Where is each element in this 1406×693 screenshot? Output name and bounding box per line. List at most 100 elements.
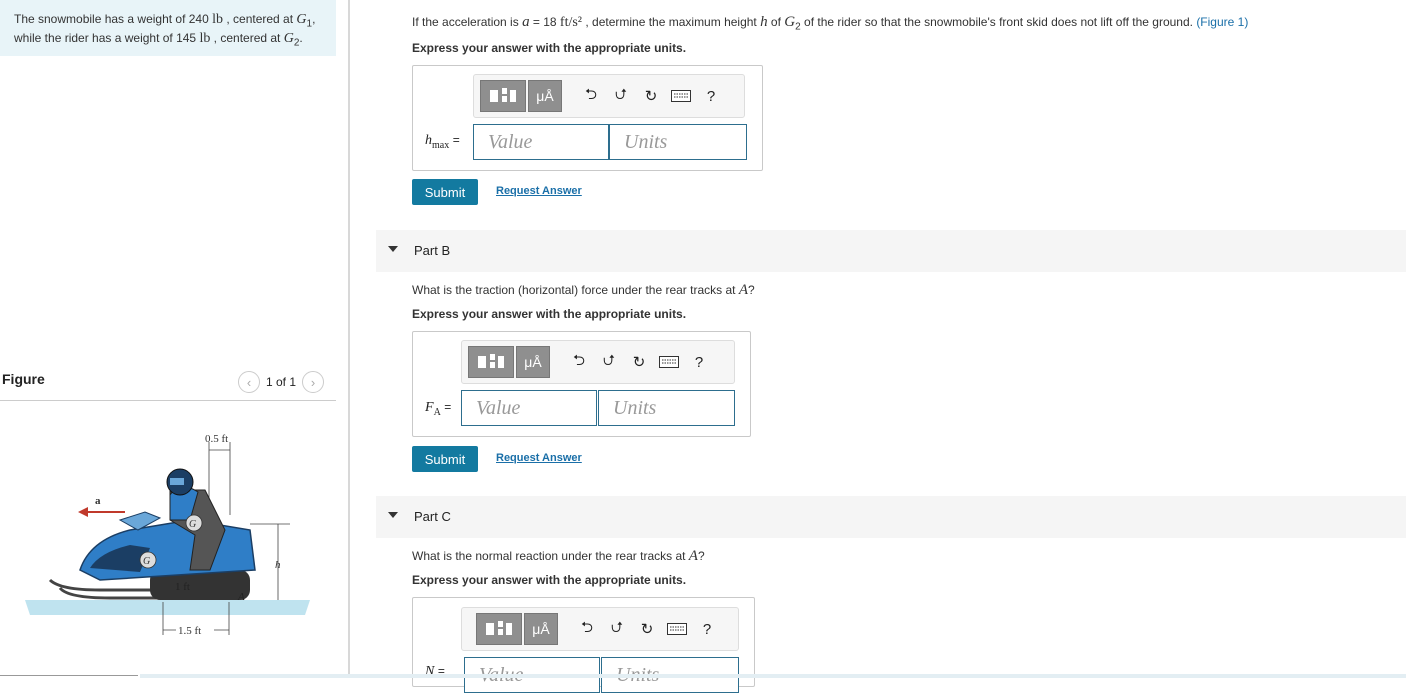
keyboard-icon[interactable] [662,614,692,644]
templates-icon [478,354,504,368]
units-input[interactable]: Units [609,124,747,160]
question-text: ? [697,549,705,563]
var-subscript: max [432,139,450,151]
part-b-request-answer[interactable]: Request Answer [496,452,582,464]
undo-icon[interactable]: ⮌ [572,614,602,644]
problem-text: , [312,12,316,26]
part-a-submit-button[interactable]: Submit [412,179,478,205]
hmax-label: hmax = [425,133,460,151]
question-text: = 18 [529,15,560,29]
var-subscript: A [433,406,441,418]
figure-link[interactable]: (Figure 1) [1196,15,1248,29]
problem-text: , centered at [223,12,297,26]
help-icon[interactable]: ? [684,347,714,377]
helmet-visor [170,478,184,485]
undo-icon[interactable]: ⮌ [576,81,606,111]
help-icon[interactable]: ? [696,81,726,111]
prev-figure-button[interactable]: ‹ [238,371,260,393]
question-text: What is the normal reaction under the re… [412,549,689,563]
part-b-answer-box: μÅ ⮌ ⮍ ↻ ? FA = Value Units [412,331,751,437]
problem-text: . [299,31,303,46]
h-label: h [275,559,281,571]
left-panel: The snowmobile has a weight of 240 lb , … [0,0,348,678]
fa-label: FA = [425,400,451,418]
question-text: If the acceleration is [412,15,523,29]
dim-1ft-label: 1 ft [175,581,190,593]
scroll-track-left [0,675,138,676]
ground-shape [25,600,310,615]
symbol-A: A [738,282,748,298]
next-figure-button[interactable]: › [302,371,325,393]
part-c-title: Part C [414,509,451,524]
unit-text: ft/s² [559,15,583,30]
figure-heading: Figure [2,371,45,387]
problem-statement: The snowmobile has a weight of 240 lb , … [0,0,336,56]
part-a-question: If the acceleration is a = 18 ft/s² , de… [412,14,1248,32]
value-input[interactable]: Value [473,124,609,160]
keyboard-icon[interactable] [666,81,696,111]
dim-bottom-label: 1.5 ft [178,625,201,637]
redo-icon[interactable]: ⮍ [602,614,632,644]
part-b-express: Express your answer with the appropriate… [412,307,687,321]
figure-pager: ‹ 1 of 1 › [238,371,325,393]
templates-button[interactable] [468,346,514,378]
help-icon[interactable]: ? [692,614,722,644]
accel-arrowhead [78,507,88,517]
part-a-request-answer[interactable]: Request Answer [496,185,582,197]
equals-sign: = [452,133,460,147]
part-b-question: What is the traction (horizontal) force … [412,282,755,299]
part-b-header[interactable]: Part B [376,230,1406,272]
problem-text: , centered at [210,31,284,46]
var-symbol: h [425,133,432,148]
part-c-express: Express your answer with the appropriate… [412,573,687,587]
reset-icon[interactable]: ↻ [632,614,662,644]
templates-button[interactable] [476,613,522,645]
snowmobile-figure: 0.5 ft h a G G 1 ft A 1.5 ft [25,433,310,637]
g2-label: G [189,519,196,530]
question-text: of the rider so that the snowmobile's fr… [800,15,1197,29]
templates-icon [490,88,516,102]
redo-icon[interactable]: ⮍ [606,81,636,111]
units-button[interactable]: μÅ [516,346,550,378]
value-input[interactable]: Value [461,390,597,426]
keyboard-icon[interactable] [654,347,684,377]
var-symbol: F [425,400,434,415]
symbol-g: G [283,31,294,47]
horizontal-scrollbar[interactable] [140,674,1406,678]
part-b-submit-button[interactable]: Submit [412,446,478,472]
symbol-h: h [760,14,768,30]
figure-divider [0,400,336,401]
collapse-triangle-icon [388,246,398,252]
undo-icon[interactable]: ⮌ [564,347,594,377]
templates-button[interactable] [480,80,526,112]
symbol-A: A [688,548,698,564]
problem-text: The snowmobile has a weight of 240 [14,12,213,26]
part-a-express: Express your answer with the appropriate… [412,41,687,55]
dim-top-label: 0.5 ft [205,433,228,445]
math-toolbar: μÅ ⮌ ⮍ ↻ ? [461,340,735,384]
redo-icon[interactable]: ⮍ [594,347,624,377]
units-button[interactable]: μÅ [528,80,562,112]
part-a-answer-box: μÅ ⮌ ⮍ ↻ ? hmax = Value Units [412,65,763,171]
equals-sign: = [444,400,452,414]
units-input[interactable]: Units [598,390,735,426]
question-text: What is the traction (horizontal) force … [412,283,739,297]
part-c-header[interactable]: Part C [376,496,1406,538]
math-toolbar: μÅ ⮌ ⮍ ↻ ? [473,74,745,118]
problem-text: while the rider has a weight of 145 [14,31,200,46]
units-button[interactable]: μÅ [524,613,558,645]
A-label: A [237,591,245,603]
reset-icon[interactable]: ↻ [624,347,654,377]
chevron-left-icon: ‹ [246,374,252,390]
unit-lb: lb [199,31,211,47]
collapse-triangle-icon [388,512,398,518]
reset-icon[interactable]: ↻ [636,81,666,111]
pager-count: 1 of 1 [266,375,297,389]
part-c-question: What is the normal reaction under the re… [412,548,705,565]
question-text: of [767,15,785,29]
part-b-title: Part B [414,243,451,258]
snowmobile-body [79,519,256,581]
symbol-a: a [522,14,530,30]
a-label: a [95,495,101,507]
question-text: , determine the maximum height [582,15,761,29]
